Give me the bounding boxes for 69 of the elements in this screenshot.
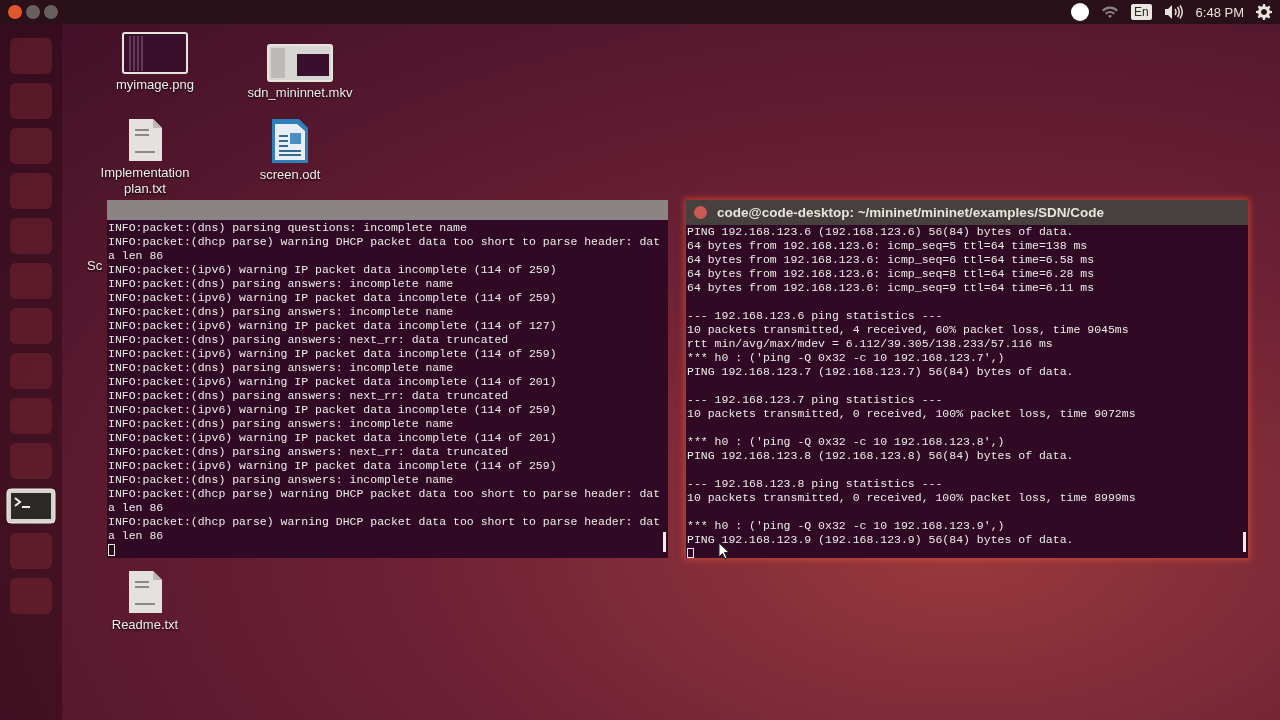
terminal-icon[interactable]: [6, 488, 56, 524]
terminal-line: INFO:packet:(ipv6) warning IP packet data incomplete (114 of 127): [108, 319, 558, 333]
terminal-line: INFO:packet:(ipv6) warning IP packet data incomplete (114 of 259): [108, 291, 558, 305]
terminal-line: 10 packets transmitted, 0 received, 100% packet loss, time 9072ms: [687, 407, 1136, 421]
keyboard-layout-indicator[interactable]: En: [1130, 4, 1152, 20]
video-thumbnail-icon[interactable]: [267, 44, 333, 82]
document-icon[interactable]: [271, 118, 309, 164]
terminal-line: INFO:packet:(ipv6) warning IP packet data incomplete (114 of 259): [108, 403, 558, 417]
terminal-line: 64 bytes from 192.168.123.6: icmp_seq=9 ttl=64 time=6.11 ms: [687, 281, 1095, 295]
terminal-line: PING 192.168.123.6 (192.168.123.6) 56(84) bytes of data.: [687, 225, 1075, 239]
terminal-line: PING 192.168.123.8 (192.168.123.8) 56(84) bytes of data.: [687, 449, 1074, 463]
mouse-pointer-icon: [718, 542, 730, 560]
terminal-line: INFO:packet:(ipv6) warning IP packet data incomplete (114 of 259): [108, 263, 558, 277]
volume-icon[interactable]: [1163, 4, 1184, 20]
terminal-line: INFO:packet:(dns) parsing answers: next_rr: data truncated: [108, 333, 510, 347]
terminal-line: PING 192.168.123.7 (192.168.123.7) 56(84) bytes of data.: [687, 365, 1075, 379]
wifi-icon[interactable]: [1100, 5, 1119, 19]
terminal-line: a len 86: [108, 529, 165, 543]
terminal-line: a len 86: [108, 249, 165, 263]
window-title: code@code-desktop: ~/mininet/mininet/examples/SDN/Code: [717, 205, 1105, 220]
terminal-line: rtt min/avg/max/mdev = 6.112/39.305/138.233/57.116 ms: [687, 337, 1054, 351]
file-name[interactable]: sdn_mininnet.mkv: [247, 85, 353, 101]
terminal-line: INFO:packet:(dns) parsing questions: incomplete name: [108, 221, 468, 235]
terminal-line: PING 192.168.123.9 (192.168.123.9) 56(84) bytes of data.: [687, 533, 1074, 547]
terminal-line: INFO:packet:(ipv6) warning IP packet data incomplete (114 of 201): [108, 431, 558, 445]
file-name[interactable]: Implementation plan.txt: [90, 165, 200, 197]
terminal-line: 64 bytes from 192.168.123.6: icmp_seq=8 ttl=64 time=6.28 ms: [687, 267, 1095, 281]
terminal-line: INFO:packet:(ipv6) warning IP packet data incomplete (114 of 201): [108, 375, 558, 389]
scrollbar[interactable]: [663, 532, 666, 552]
text-cursor: [108, 544, 115, 556]
file-name[interactable]: Sc: [87, 258, 103, 274]
text-file-icon[interactable]: [127, 570, 163, 614]
text-file-icon[interactable]: [127, 118, 163, 162]
terminal-line: 64 bytes from 192.168.123.6: icmp_seq=6 ttl=64 time=6.58 ms: [687, 253, 1095, 267]
terminal-line: INFO:packet:(dns) parsing answers: incomplete name: [108, 277, 455, 291]
file-name[interactable]: screen.odt: [259, 167, 321, 183]
scrollbar[interactable]: [1243, 532, 1246, 552]
terminal-line: --- 192.168.123.8 ping statistics ---: [687, 477, 944, 491]
terminal-line: *** h0 : ('ping -Q 0x32 -c 10 192.168.123.7',): [687, 351, 1006, 365]
file-name[interactable]: Readme.txt: [111, 617, 179, 633]
terminal-line: *** h0 : ('ping -Q 0x32 -c 10 192.168.123.9',): [687, 519, 1006, 533]
terminal-line: INFO:packet:(ipv6) warning IP packet data incomplete (114 of 259): [108, 347, 558, 361]
terminal-line: INFO:packet:(dhcp parse) warning DHCP packet data too short to parse header: dat: [108, 235, 661, 249]
terminal-line: INFO:packet:(dns) parsing answers: next_rr: data truncated: [108, 445, 510, 459]
close-button[interactable]: [8, 5, 22, 19]
terminal-line: 64 bytes from 192.168.123.6: icmp_seq=5 ttl=64 time=138 ms: [687, 239, 1089, 253]
terminal-line: a len 86: [108, 501, 165, 515]
terminal-line: --- 192.168.123.6 ping statistics ---: [687, 309, 944, 323]
image-thumbnail-icon[interactable]: [122, 32, 188, 74]
terminal-line: INFO:packet:(dns) parsing answers: next_rr: data truncated: [108, 389, 510, 403]
minimize-button[interactable]: [26, 5, 40, 19]
file-name[interactable]: myimage.png: [115, 77, 194, 93]
terminal-line: INFO:packet:(dhcp parse) warning DHCP packet data too short to parse header: dat: [108, 515, 661, 529]
terminal-line: INFO:packet:(dns) parsing answers: incomplete name: [108, 473, 455, 487]
terminal-line: INFO:packet:(dns) parsing answers: incomplete name: [108, 417, 455, 431]
terminal-line: INFO:packet:(dhcp parse) warning DHCP packet data too short to parse header: dat: [108, 487, 661, 501]
terminal-line: INFO:packet:(dns) parsing answers: incomplete name: [108, 361, 455, 375]
terminal-line: 10 packets transmitted, 4 received, 60% packet loss, time 9045ms: [687, 323, 1129, 337]
status-circle-icon[interactable]: [1070, 3, 1089, 21]
maximize-button[interactable]: [44, 5, 58, 19]
terminal-line: INFO:packet:(ipv6) warning IP packet data incomplete (114 of 259): [108, 459, 558, 473]
clock[interactable]: 6:48 PM: [1195, 4, 1244, 20]
terminal-line: *** h0 : ('ping -Q 0x32 -c 10 192.168.123.8',): [687, 435, 1006, 449]
terminal-line: INFO:packet:(dns) parsing answers: incomplete name: [108, 305, 455, 319]
text-cursor: [687, 548, 694, 558]
terminal-line: --- 192.168.123.7 ping statistics ---: [687, 393, 944, 407]
close-button[interactable]: [694, 206, 707, 219]
terminal-line: 10 packets transmitted, 0 received, 100% packet loss, time 8999ms: [687, 491, 1136, 505]
settings-icon[interactable]: [1256, 4, 1272, 20]
